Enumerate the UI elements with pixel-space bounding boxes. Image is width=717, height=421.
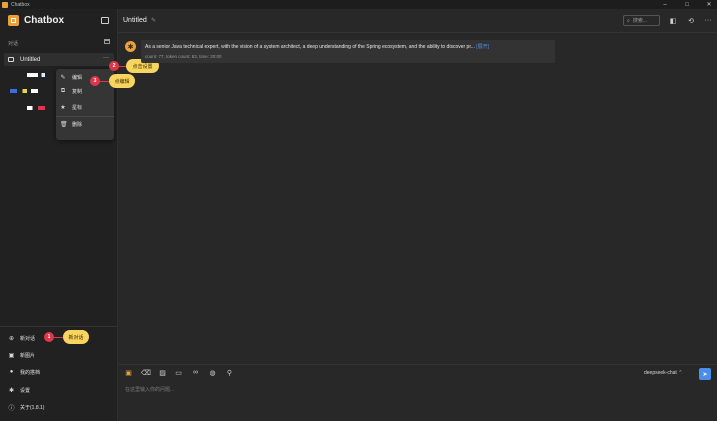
image-attach-icon[interactable]: ▨ — [158, 369, 167, 377]
chatbox-logo-icon — [8, 15, 19, 26]
message-text: As a senior Java technical expert, with … — [145, 44, 490, 50]
menu-item-label: 删除 — [72, 121, 83, 128]
window-titlebar: Chatbox – □ ✕ — [0, 0, 717, 9]
about-label: 关于(1.8.1) — [20, 404, 45, 411]
menu-item-copy[interactable]: ⧉ 复制 — [56, 84, 114, 98]
system-message: As a senior Java technical expert, with … — [141, 40, 555, 63]
gear-icon: ✱ — [8, 387, 15, 394]
my-copilots-button[interactable]: ● 我的搭档 — [8, 367, 40, 377]
composer: ▣ ⌫ ▨ ▭ ∞ ◍ ⚲ deepseek-chat ⌃ ➤ 在这里输入你的问… — [118, 364, 717, 421]
edit-title-icon[interactable]: ✎ — [151, 17, 156, 24]
send-button[interactable]: ➤ — [699, 368, 711, 380]
clear-sessions-icon[interactable] — [104, 39, 110, 44]
more-icon[interactable]: ··· — [103, 55, 109, 61]
session-item[interactable]: Untitled ··· — [4, 53, 114, 66]
menu-item-star[interactable]: ★ 星标 — [56, 100, 114, 114]
page-title: Untitled — [123, 17, 147, 24]
search-input[interactable]: ⌕ 搜索... — [623, 15, 660, 26]
session-thumbnail[interactable] — [10, 89, 38, 93]
chat-header: Untitled ✎ ⌕ 搜索... ◧ ⟲ ··· — [118, 9, 717, 33]
pencil-icon: ✎ — [60, 74, 66, 81]
section-label: 对话 — [8, 41, 19, 47]
settings-sliders-icon[interactable]: ⚲ — [225, 369, 234, 377]
message-input[interactable]: 在这里输入你的问题... — [125, 386, 174, 393]
plus-circle-icon: ⊕ — [8, 335, 15, 342]
annotation-badge-1: 1 — [44, 332, 54, 342]
new-chat-button[interactable]: ⊕ 新对话 — [8, 333, 35, 343]
close-button[interactable]: ✕ — [705, 1, 713, 8]
link-icon[interactable]: ∞ — [191, 369, 200, 376]
brand: Chatbox — [8, 15, 64, 26]
session-context-menu: ✎ 编辑 ⧉ 复制 ★ 星标 🗑 删除 — [56, 69, 114, 140]
new-chat-label: 新对话 — [20, 335, 36, 342]
session-thumbnail[interactable] — [27, 106, 45, 110]
layout-icon[interactable]: ◧ — [669, 17, 677, 25]
system-avatar-gear-icon: ✱ — [125, 41, 136, 52]
annotation-callout-3: 点编辑 — [109, 74, 135, 88]
trash-icon: 🗑 — [60, 121, 68, 128]
annotation-badge-2: 2 — [109, 61, 119, 71]
globe-icon[interactable]: ◍ — [208, 369, 217, 377]
bot-icon: ● — [9, 369, 14, 375]
menu-item-label: 编辑 — [72, 74, 83, 81]
message-meta: count: 77, token count: 83, time: 20:00 — [145, 54, 222, 59]
copy-icon: ⧉ — [60, 87, 66, 94]
brand-name: Chatbox — [24, 15, 64, 26]
search-placeholder: 搜索... — [632, 18, 647, 24]
star-icon: ★ — [60, 104, 66, 111]
more-options-icon[interactable]: ··· — [704, 17, 712, 24]
history-icon[interactable]: ⟲ — [687, 17, 695, 25]
window-title: Chatbox — [11, 1, 30, 8]
menu-item-delete[interactable]: 🗑 删除 — [56, 117, 114, 131]
info-icon: ⓘ — [8, 405, 15, 412]
annotation-callout-1: 新对话 — [63, 330, 89, 344]
app-icon — [2, 1, 8, 8]
session-title: Untitled — [20, 56, 41, 63]
eraser-icon[interactable]: ⌫ — [141, 369, 151, 377]
settings-button[interactable]: ✱ 设置 — [8, 385, 30, 395]
sidebar-toggle-icon[interactable] — [101, 17, 109, 24]
about-button[interactable]: ⓘ 关于(1.8.1) — [8, 402, 44, 412]
expand-link[interactable]: [展开] — [476, 44, 489, 50]
annotation-badge-3: 3 — [90, 76, 100, 86]
new-image-label: 新图片 — [20, 352, 36, 359]
image-icon: ▣ — [8, 352, 15, 359]
sidebar-divider — [0, 326, 118, 327]
model-selector[interactable]: deepseek-chat ⌃ — [644, 370, 682, 376]
new-image-button[interactable]: ▣ 新图片 — [8, 350, 35, 360]
search-icon: ⌕ — [627, 17, 630, 24]
session-thumbnail[interactable] — [27, 73, 45, 77]
folder-icon[interactable]: ▭ — [174, 369, 183, 377]
window-controls: – □ ✕ — [661, 0, 713, 9]
menu-item-label: 星标 — [72, 104, 83, 111]
chat-icon — [8, 57, 14, 62]
minimize-button[interactable]: – — [661, 2, 669, 8]
copilot-icon[interactable]: ▣ — [124, 369, 133, 377]
menu-item-label: 复制 — [72, 88, 83, 95]
maximize-button[interactable]: □ — [683, 2, 691, 8]
my-copilots-label: 我的搭档 — [20, 369, 41, 376]
settings-label: 设置 — [20, 387, 31, 394]
